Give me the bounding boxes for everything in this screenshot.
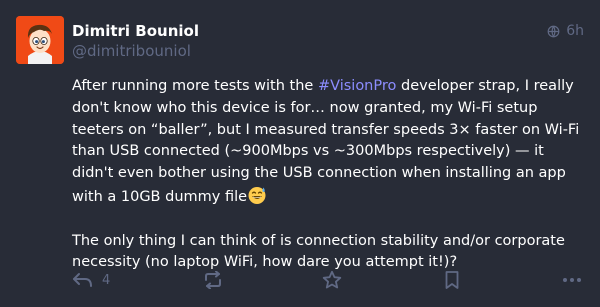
avatar-illustration bbox=[16, 16, 64, 64]
reply-button[interactable]: 4 bbox=[72, 268, 110, 292]
globe-icon bbox=[547, 25, 560, 38]
more-button[interactable] bbox=[562, 268, 582, 292]
bookmark-icon bbox=[444, 270, 460, 290]
status-content: After running more tests with the #Visio… bbox=[72, 76, 584, 274]
paragraph-1-lead: After running more tests with the bbox=[72, 78, 318, 94]
star-icon bbox=[322, 270, 342, 290]
status-paragraph-1: After running more tests with the #Visio… bbox=[72, 76, 584, 209]
status-card: Dimitri Bouniol @dimitribouniol 6h After… bbox=[0, 0, 600, 307]
author-display-name[interactable]: Dimitri Bouniol bbox=[72, 22, 199, 40]
grinning-sweat-emoji bbox=[248, 186, 266, 204]
more-icon bbox=[562, 277, 582, 283]
favourite-button[interactable] bbox=[322, 268, 342, 292]
author-handle[interactable]: @dimitribouniol bbox=[72, 42, 191, 60]
boost-button[interactable] bbox=[203, 268, 223, 292]
reply-icon bbox=[72, 271, 94, 289]
status-meta: 6h bbox=[547, 23, 584, 39]
paragraph-1-rest: developer strap, I really don't know who… bbox=[72, 78, 580, 205]
boost-icon bbox=[203, 271, 223, 289]
reply-count: 4 bbox=[102, 272, 111, 288]
status-action-bar: 4 bbox=[72, 268, 584, 292]
avatar[interactable] bbox=[16, 16, 64, 64]
hashtag-link[interactable]: #VisionPro bbox=[318, 78, 396, 94]
status-timestamp[interactable]: 6h bbox=[566, 23, 584, 39]
bookmark-button[interactable] bbox=[444, 268, 460, 292]
